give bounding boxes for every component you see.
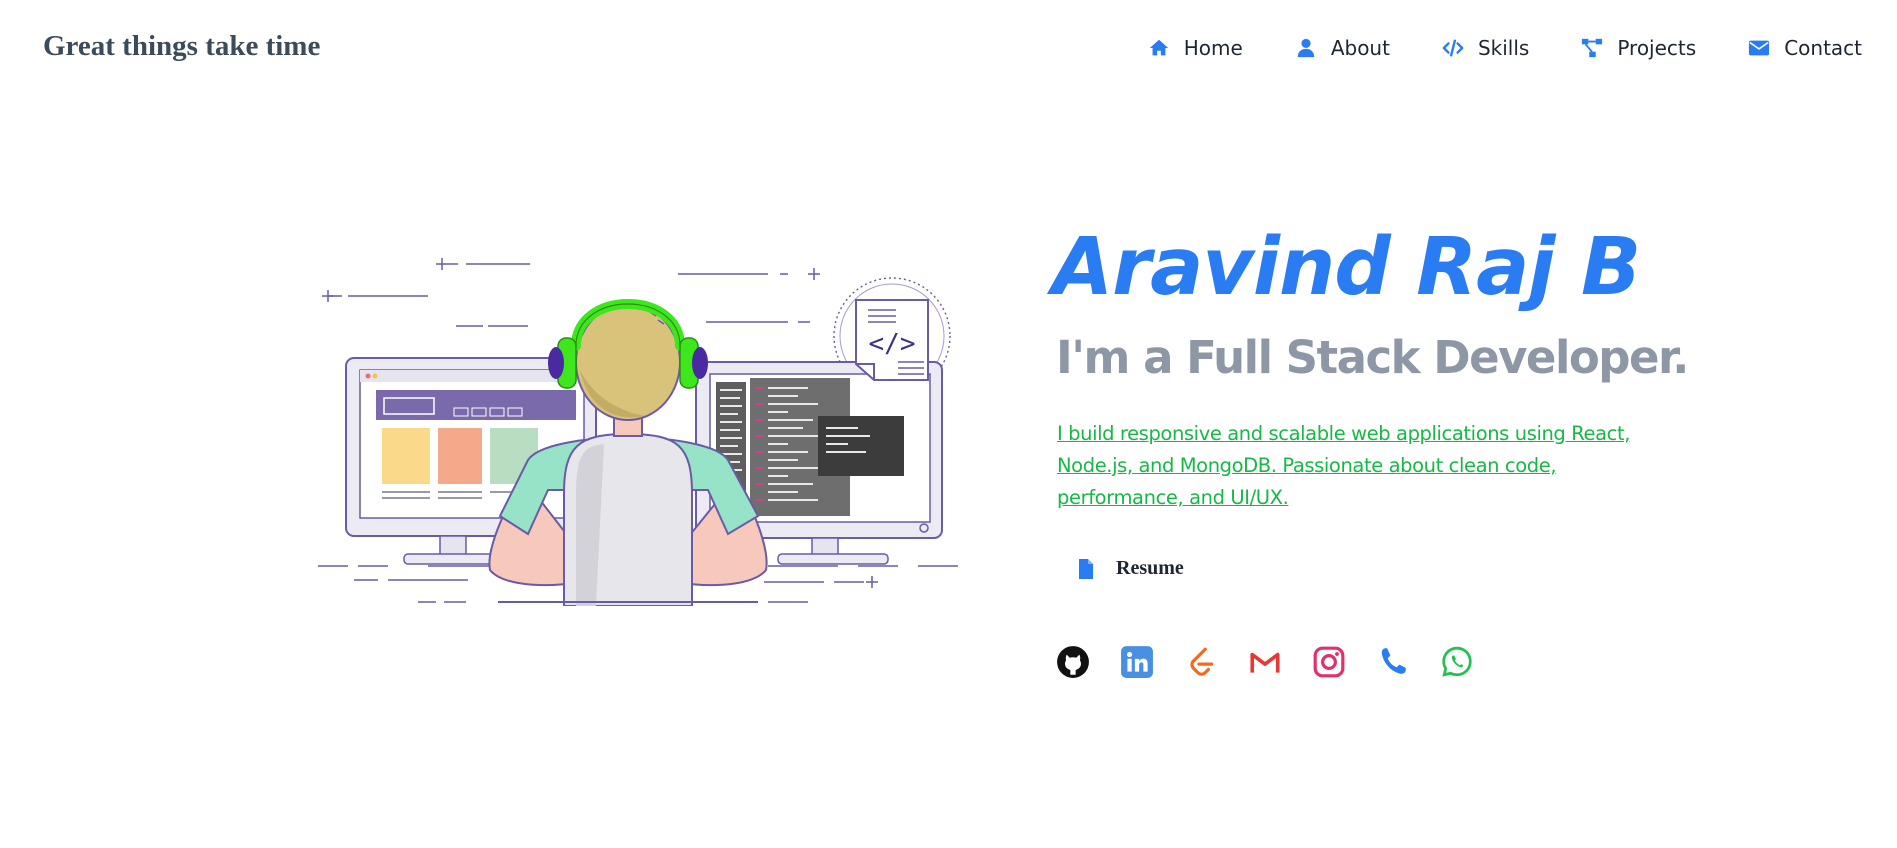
nav-home-label: Home (1183, 36, 1243, 60)
file-icon (1076, 558, 1096, 580)
resume-label: Resume (1116, 557, 1184, 579)
phone-icon (1376, 645, 1410, 679)
main-nav: Home About Skills Projects Contact (1148, 36, 1862, 60)
code-icon (1442, 37, 1464, 59)
whatsapp-link[interactable] (1439, 644, 1475, 680)
nav-skills[interactable]: Skills (1442, 36, 1529, 60)
gmail-link[interactable] (1247, 644, 1283, 680)
github-icon (1056, 645, 1090, 679)
nav-about-label: About (1330, 36, 1390, 60)
hero-name: Aravind Raj B (1052, 221, 1641, 313)
envelope-icon (1748, 37, 1770, 59)
instagram-icon (1312, 645, 1346, 679)
instagram-link[interactable] (1311, 644, 1347, 680)
home-icon (1148, 37, 1170, 59)
nav-about[interactable]: About (1295, 36, 1390, 60)
developer-illustration: </> (312, 250, 974, 607)
nav-home[interactable]: Home (1148, 36, 1243, 60)
nav-projects[interactable]: Projects (1581, 36, 1696, 60)
nav-projects-label: Projects (1617, 36, 1697, 60)
social-links (1055, 644, 1475, 680)
linkedin-icon (1120, 645, 1154, 679)
leetcode-icon (1184, 645, 1218, 679)
project-diagram-icon (1581, 37, 1603, 59)
user-icon (1295, 37, 1317, 59)
hero-role: I'm a Full Stack Developer. (1056, 331, 1689, 384)
gmail-icon (1248, 645, 1282, 679)
svg-text:</>: </> (869, 329, 916, 359)
linkedin-link[interactable] (1119, 644, 1155, 680)
nav-contact[interactable]: Contact (1748, 36, 1862, 60)
phone-link[interactable] (1375, 644, 1411, 680)
resume-button[interactable]: Resume (1076, 557, 1184, 580)
nav-skills-label: Skills (1477, 36, 1530, 60)
brand-title[interactable]: Great things take time (43, 30, 320, 63)
whatsapp-icon (1440, 645, 1474, 679)
nav-contact-label: Contact (1784, 36, 1862, 60)
github-link[interactable] (1055, 644, 1091, 680)
leetcode-link[interactable] (1183, 644, 1219, 680)
hero-bio-link[interactable]: I build responsive and scalable web appl… (1057, 418, 1657, 514)
